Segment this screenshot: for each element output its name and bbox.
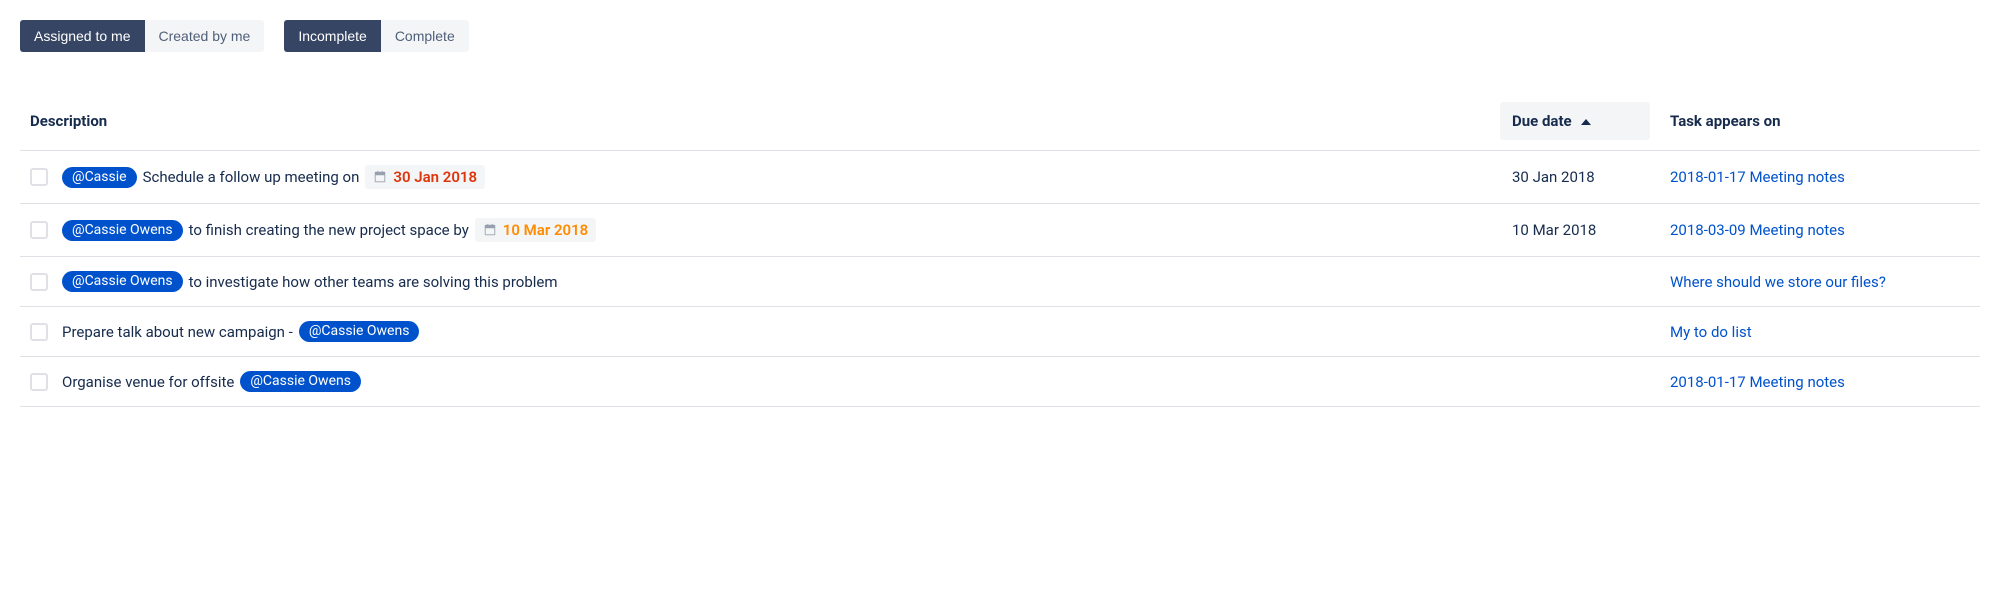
task-checkbox[interactable] [30,373,48,391]
filter-complete[interactable]: Complete [381,20,469,52]
page-link[interactable]: My to do list [1670,323,1752,341]
filter-created-by-me[interactable]: Created by me [145,20,265,52]
user-mention[interactable]: @Cassie Owens [299,321,420,342]
task-row: @Cassie Owens to finish creating the new … [20,204,1980,257]
filter-incomplete[interactable]: Incomplete [284,20,380,52]
user-mention[interactable]: @Cassie Owens [62,220,183,241]
task-text: Schedule a follow up meeting on [143,168,360,186]
task-description: Prepare talk about new campaign - @Cassie… [62,321,1500,342]
page-link[interactable]: Where should we store our files? [1670,273,1886,291]
task-checkbox[interactable] [30,323,48,341]
column-header-appears-on[interactable]: Task appears on [1670,112,1781,130]
date-badge-text: 30 Jan 2018 [393,168,477,186]
date-badge[interactable]: 30 Jan 2018 [365,165,485,189]
task-text: to investigate how other teams are solvi… [189,273,558,291]
sort-ascending-icon [1581,119,1591,125]
page-link[interactable]: 2018-03-09 Meeting notes [1670,221,1845,239]
column-header-due-date[interactable]: Due date [1500,102,1650,140]
task-description: @Cassie Owens to investigate how other te… [62,271,1500,292]
page-link[interactable]: 2018-01-17 Meeting notes [1670,168,1845,186]
date-badge[interactable]: 10 Mar 2018 [475,218,596,242]
task-description: Organise venue for offsite @Cassie Owens [62,371,1500,392]
appears-on-cell: 2018-01-17 Meeting notes [1650,373,1980,391]
user-mention[interactable]: @Cassie Owens [240,371,361,392]
assignment-filter-group: Assigned to me Created by me [20,20,264,52]
appears-on-cell: Where should we store our files? [1650,273,1980,291]
appears-on-cell: 2018-03-09 Meeting notes [1650,221,1980,239]
task-row: @Cassie Schedule a follow up meeting on 30… [20,151,1980,204]
page-link[interactable]: 2018-01-17 Meeting notes [1670,373,1845,391]
user-mention[interactable]: @Cassie Owens [62,271,183,292]
appears-on-cell: 2018-01-17 Meeting notes [1650,168,1980,186]
calendar-icon [483,223,497,237]
task-text: to finish creating the new project space… [189,221,469,239]
filter-toolbar: Assigned to me Created by me Incomplete … [20,20,1980,52]
status-filter-group: Incomplete Complete [284,20,468,52]
task-checkbox[interactable] [30,273,48,291]
task-table: Description Due date Task appears on @Ca… [20,92,1980,407]
task-text: Organise venue for offsite [62,373,234,391]
task-checkbox[interactable] [30,168,48,186]
filter-assigned-to-me[interactable]: Assigned to me [20,20,145,52]
task-row: Prepare talk about new campaign - @Cassie… [20,307,1980,357]
due-date-cell: 10 Mar 2018 [1500,221,1650,239]
table-header: Description Due date Task appears on [20,92,1980,151]
task-row: @Cassie Owens to investigate how other te… [20,257,1980,307]
task-description: @Cassie Schedule a follow up meeting on 30… [62,165,1500,189]
column-header-description[interactable]: Description [30,112,107,130]
task-description: @Cassie Owens to finish creating the new … [62,218,1500,242]
due-date-cell: 30 Jan 2018 [1500,168,1650,186]
date-badge-text: 10 Mar 2018 [503,221,588,239]
task-checkbox[interactable] [30,221,48,239]
task-text: Prepare talk about new campaign - [62,323,293,341]
user-mention[interactable]: @Cassie [62,167,137,188]
task-row: Organise venue for offsite @Cassie Owens 2… [20,357,1980,407]
calendar-icon [373,170,387,184]
due-date-label: Due date [1512,112,1572,130]
appears-on-cell: My to do list [1650,323,1980,341]
